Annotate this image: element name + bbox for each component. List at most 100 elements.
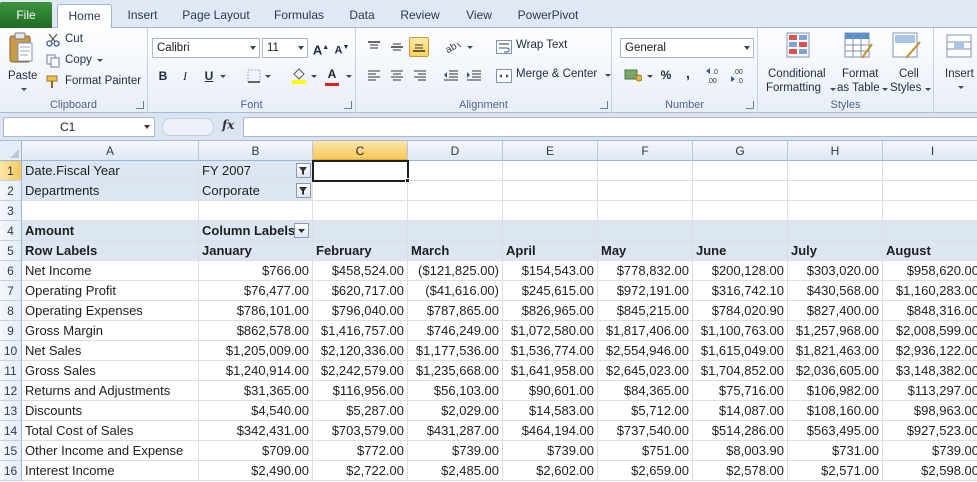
- value-cell[interactable]: $751.00: [598, 441, 693, 461]
- row-header-1[interactable]: 1: [0, 161, 22, 181]
- row-header-14[interactable]: 14: [0, 421, 22, 441]
- value-cell[interactable]: $2,598.00: [883, 461, 977, 481]
- value-cell[interactable]: $458,524.00: [313, 261, 408, 281]
- tab-formulas[interactable]: Formulas: [267, 4, 331, 28]
- font-launcher-icon[interactable]: [344, 101, 352, 109]
- value-cell[interactable]: $739.00: [408, 441, 503, 461]
- value-cell[interactable]: $796,040.00: [313, 301, 408, 321]
- row-label[interactable]: Net Income: [22, 261, 199, 281]
- tab-file[interactable]: File: [0, 2, 52, 28]
- conditional-formatting-button[interactable]: Conditional Formatting: [762, 32, 836, 94]
- align-top-icon[interactable]: [367, 41, 381, 53]
- column-header-c[interactable]: C: [313, 141, 408, 161]
- format-as-table-button[interactable]: Format as Table: [836, 32, 888, 94]
- tab-insert[interactable]: Insert: [115, 4, 170, 28]
- value-cell[interactable]: ($41,616.00): [408, 281, 503, 301]
- value-cell[interactable]: $787,865.00: [408, 301, 503, 321]
- row-header-13[interactable]: 13: [0, 401, 22, 421]
- row-header-11[interactable]: 11: [0, 361, 22, 381]
- value-cell[interactable]: $958,620.00: [883, 261, 977, 281]
- month-header[interactable]: May: [598, 241, 693, 261]
- row-header-3[interactable]: 3: [0, 201, 22, 221]
- value-cell[interactable]: $862,578.00: [199, 321, 313, 341]
- value-cell[interactable]: $1,177,536.00: [408, 341, 503, 361]
- month-header[interactable]: July: [788, 241, 883, 261]
- tab-review[interactable]: Review: [393, 4, 447, 28]
- cell-styles-button[interactable]: Cell Styles: [886, 32, 931, 94]
- value-cell[interactable]: $2,645,023.00: [598, 361, 693, 381]
- empty-cell[interactable]: [503, 161, 598, 181]
- value-cell[interactable]: $737,540.00: [598, 421, 693, 441]
- report-filter-dropdown-button[interactable]: [296, 183, 311, 198]
- value-cell[interactable]: $2,571.00: [788, 461, 883, 481]
- borders-dropdown-icon[interactable]: [265, 75, 271, 78]
- value-cell[interactable]: $56,103.00: [408, 381, 503, 401]
- report-filter-label[interactable]: Date.Fiscal Year: [22, 161, 199, 181]
- row-label[interactable]: Discounts: [22, 401, 199, 421]
- name-box[interactable]: C1: [3, 117, 155, 137]
- decrease-indent-icon[interactable]: [443, 70, 459, 82]
- value-cell[interactable]: $766.00: [199, 261, 313, 281]
- value-cell[interactable]: $1,416,757.00: [313, 321, 408, 341]
- month-header[interactable]: April: [503, 241, 598, 261]
- row-header-9[interactable]: 9: [0, 321, 22, 341]
- empty-cell[interactable]: [788, 201, 883, 221]
- number-format-combo[interactable]: General: [620, 38, 754, 58]
- value-cell[interactable]: $746,249.00: [408, 321, 503, 341]
- empty-cell[interactable]: [22, 201, 199, 221]
- value-cell[interactable]: $106,982.00: [788, 381, 883, 401]
- month-header[interactable]: January: [199, 241, 313, 261]
- column-header-h[interactable]: H: [788, 141, 883, 161]
- report-filter-label[interactable]: Departments: [22, 181, 199, 201]
- empty-cell[interactable]: [693, 201, 788, 221]
- value-cell[interactable]: $5,712.00: [598, 401, 693, 421]
- value-cell[interactable]: $31,365.00: [199, 381, 313, 401]
- row-header-15[interactable]: 15: [0, 441, 22, 461]
- underline-button[interactable]: U: [199, 66, 219, 86]
- value-cell[interactable]: $1,160,283.00: [883, 281, 977, 301]
- value-cell[interactable]: $1,615,049.00: [693, 341, 788, 361]
- month-header[interactable]: February: [313, 241, 408, 261]
- value-cell[interactable]: $927,523.00: [883, 421, 977, 441]
- column-header-e[interactable]: E: [503, 141, 598, 161]
- empty-cell[interactable]: [883, 181, 977, 201]
- value-cell[interactable]: $514,286.00: [693, 421, 788, 441]
- row-label[interactable]: Gross Margin: [22, 321, 199, 341]
- alignment-launcher-icon[interactable]: [600, 101, 608, 109]
- value-cell[interactable]: $563,495.00: [788, 421, 883, 441]
- value-cell[interactable]: $1,257,968.00: [788, 321, 883, 341]
- value-cell[interactable]: $5,287.00: [313, 401, 408, 421]
- value-cell[interactable]: $1,536,774.00: [503, 341, 598, 361]
- value-cell[interactable]: $200,128.00: [693, 261, 788, 281]
- value-cell[interactable]: $1,817,406.00: [598, 321, 693, 341]
- align-center-icon[interactable]: [390, 70, 404, 82]
- value-cell[interactable]: $739.00: [883, 441, 977, 461]
- clipboard-launcher-icon[interactable]: [136, 101, 144, 109]
- empty-cell[interactable]: [788, 161, 883, 181]
- fill-color-icon[interactable]: [291, 67, 307, 84]
- value-cell[interactable]: $1,100,763.00: [693, 321, 788, 341]
- value-cell[interactable]: $739.00: [503, 441, 598, 461]
- value-cell[interactable]: $245,615.00: [503, 281, 598, 301]
- font-name-combo[interactable]: Calibri: [152, 38, 260, 58]
- value-cell[interactable]: $431,287.00: [408, 421, 503, 441]
- shrink-font-button[interactable]: A▼: [332, 38, 352, 58]
- accounting-format-dropdown-icon[interactable]: [647, 75, 653, 78]
- select-all-corner[interactable]: [0, 141, 22, 161]
- empty-cell[interactable]: [199, 201, 313, 221]
- borders-icon[interactable]: [247, 69, 261, 83]
- value-cell[interactable]: $709.00: [199, 441, 313, 461]
- month-header[interactable]: August: [883, 241, 977, 261]
- accounting-format-icon[interactable]: [624, 68, 642, 82]
- value-cell[interactable]: $778,832.00: [598, 261, 693, 281]
- row-label[interactable]: Operating Profit: [22, 281, 199, 301]
- grow-font-button[interactable]: A▲: [311, 38, 331, 58]
- paste-button[interactable]: Paste: [4, 32, 38, 94]
- row-label[interactable]: Interest Income: [22, 461, 199, 481]
- row-header-8[interactable]: 8: [0, 301, 22, 321]
- fill-handle[interactable]: [405, 178, 410, 183]
- empty-cell[interactable]: [313, 181, 408, 201]
- value-cell[interactable]: $2,659.00: [598, 461, 693, 481]
- row-label[interactable]: Other Income and Expense: [22, 441, 199, 461]
- value-cell[interactable]: $342,431.00: [199, 421, 313, 441]
